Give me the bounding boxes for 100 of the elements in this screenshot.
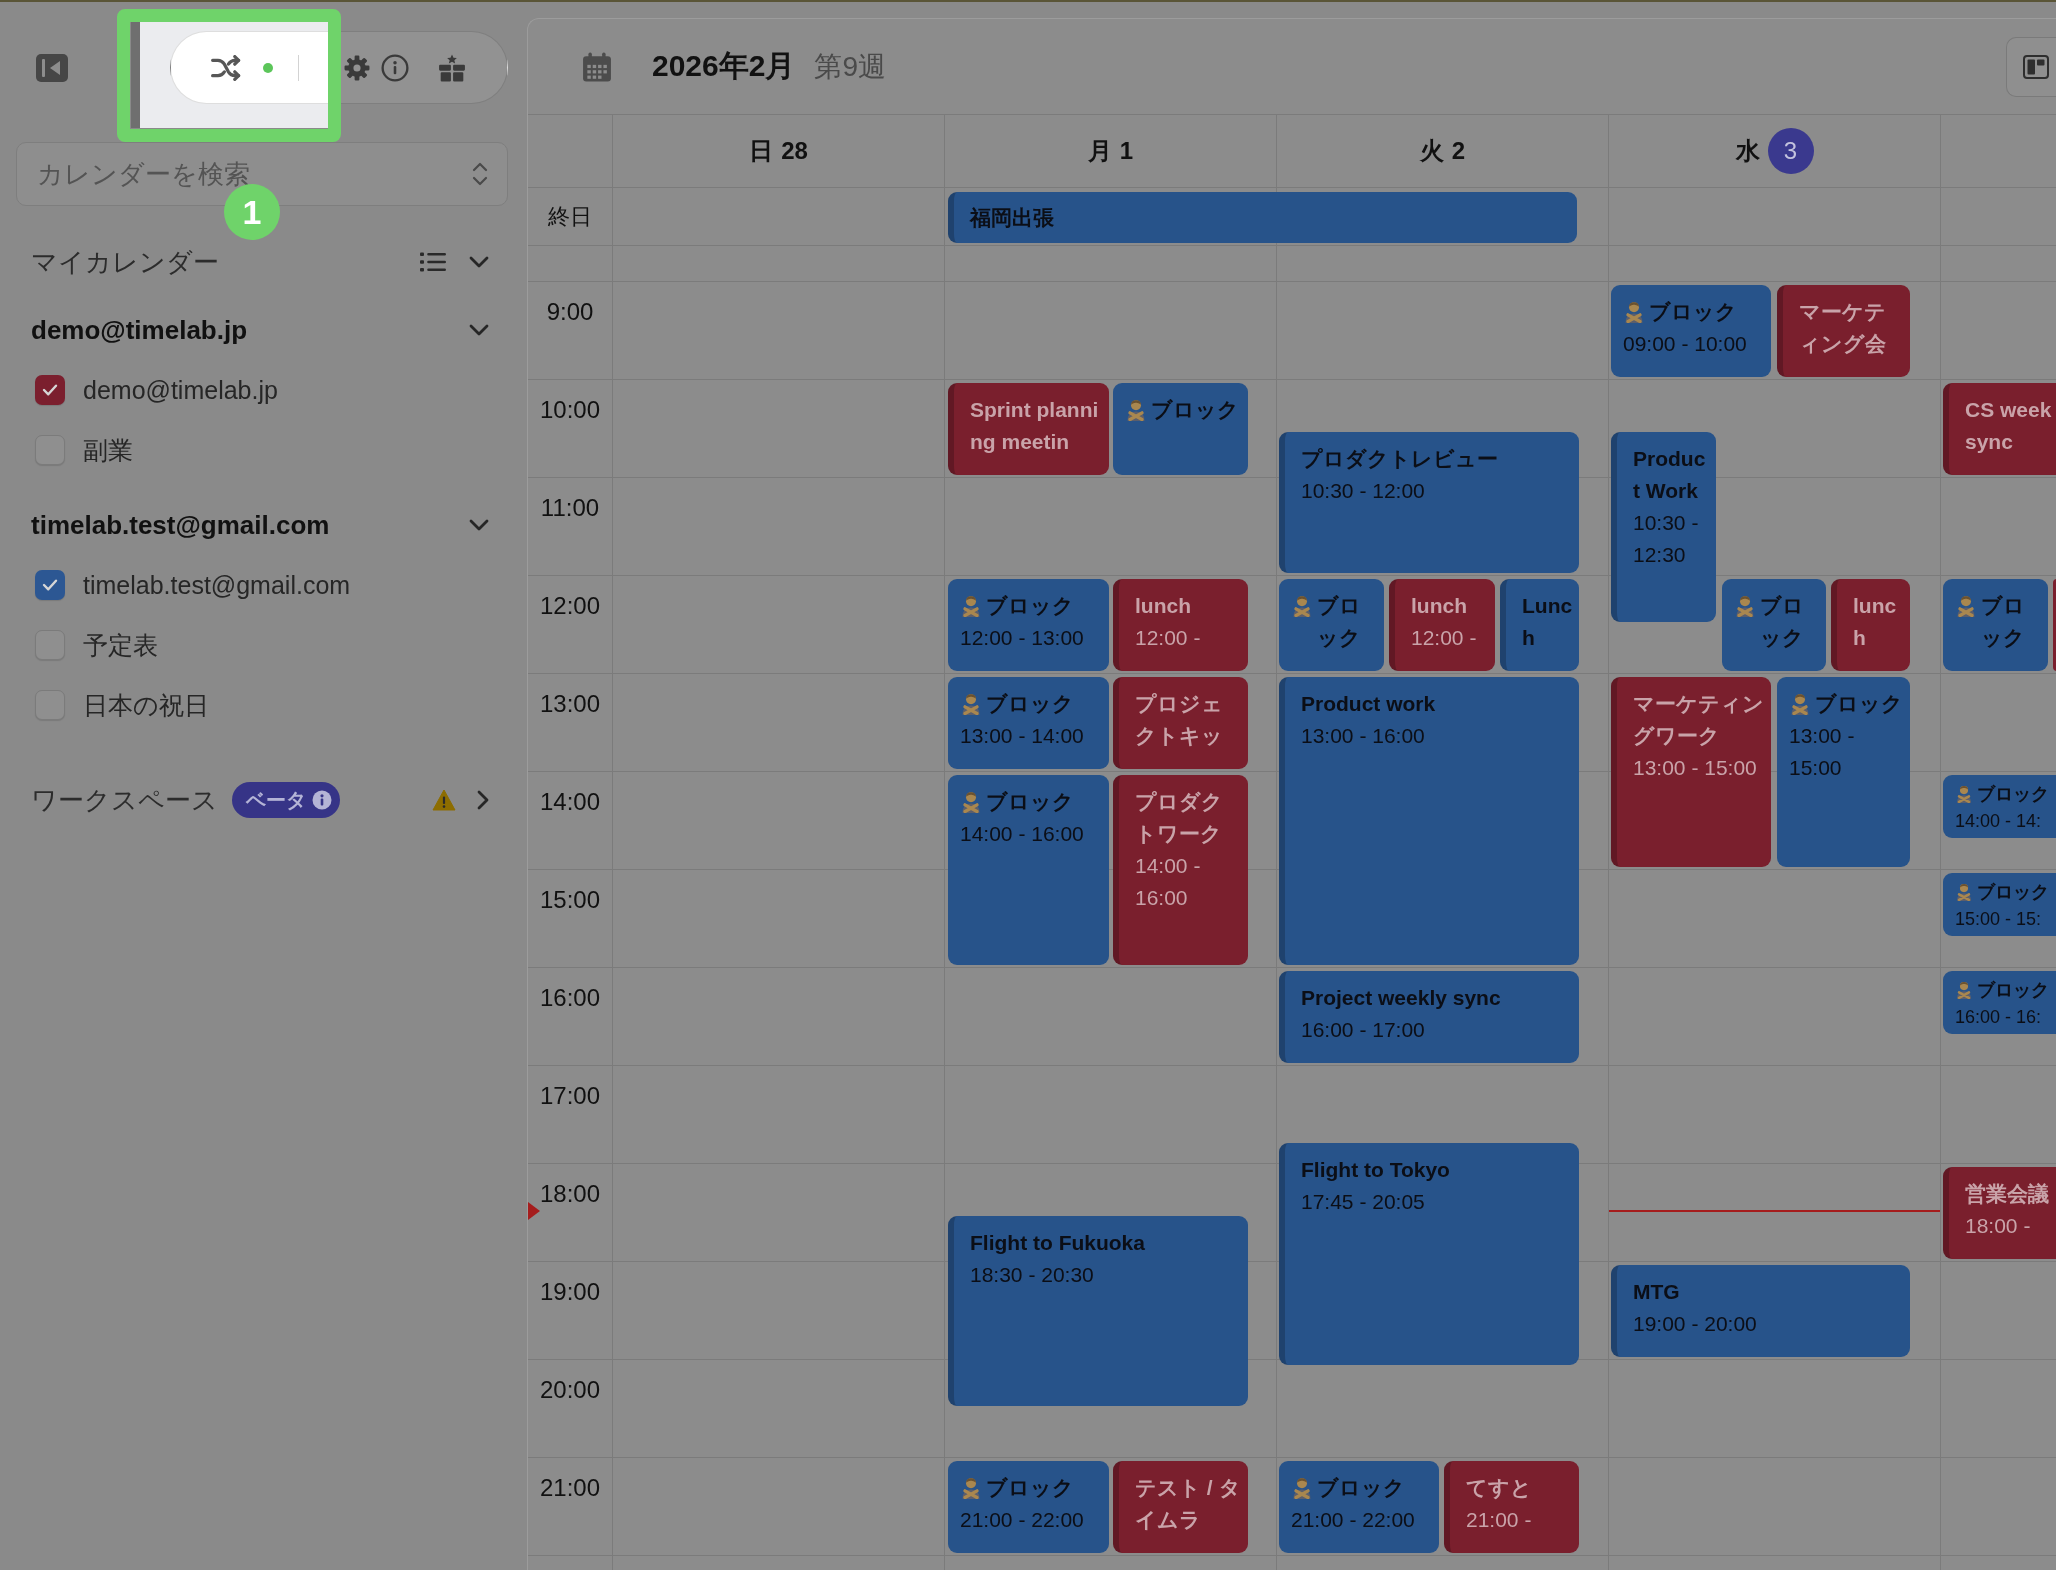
calendar-event[interactable]: ブロック: [1943, 579, 2048, 671]
event-title: ブロック: [986, 789, 1074, 815]
calendar-event[interactable]: Flight to Tokyo 17:45 - 20:05: [1279, 1142, 1579, 1366]
list-icon[interactable]: [420, 252, 446, 272]
calendar-name[interactable]: 副業: [83, 433, 133, 467]
event-title: ブロック: [1317, 593, 1362, 651]
calendar-event[interactable]: ブロック 16:00 - 16:: [1943, 971, 2056, 1034]
calendar-icon[interactable]: [582, 51, 612, 82]
calendar-event[interactable]: ブロック 12:00 - 13:00: [948, 579, 1109, 671]
calendar-event[interactable]: ブロック 21:00 - 22:00: [1279, 1461, 1439, 1553]
date-label: 1: [1119, 137, 1134, 165]
date-label: 2: [1451, 137, 1466, 165]
time-label: 20:00: [539, 1375, 601, 1405]
beta-label: ベータ: [246, 787, 306, 813]
event-title: Flight to Fukuoka: [970, 1230, 1145, 1256]
calendar-event[interactable]: ブロック 15:00 - 15:: [1943, 873, 2056, 936]
month-title: 2026年2月: [652, 48, 796, 84]
calendar-event[interactable]: ブロック: [1279, 579, 1384, 671]
settings-icon[interactable]: [344, 54, 370, 81]
calendar-name[interactable]: timelab.test@gmail.com: [83, 570, 351, 600]
event-title: ブロック: [1977, 783, 2049, 806]
checkbox[interactable]: [35, 375, 65, 405]
crossed-arms-icon: [1955, 883, 1973, 901]
event-title: ブロック: [1151, 397, 1239, 423]
calendar-event[interactable]: ブロック: [1722, 579, 1826, 671]
crossed-arms-icon: [960, 595, 982, 617]
calendar-event[interactable]: マーケティングワーク 13:00 - 15:00: [1611, 677, 1771, 867]
time-label: 16:00: [539, 983, 601, 1013]
weekday-label: 火: [1419, 136, 1444, 166]
calendar-event[interactable]: プロダクトレビュー 10:30 - 12:00: [1279, 432, 1579, 573]
calendar-event[interactable]: ブロック 14:00 - 16:00: [948, 775, 1109, 965]
event-time: 16:00 - 17:00: [1301, 1017, 1426, 1043]
calendar-event[interactable]: lunch: [1831, 579, 1910, 671]
event-title: ブロック: [986, 691, 1074, 717]
event-time: 19:00 - 20:00: [1633, 1311, 1758, 1337]
crossed-arms-icon: [1789, 693, 1811, 715]
calendar-event[interactable]: マーケティング会: [1777, 285, 1910, 377]
calendar-name[interactable]: demo@timelab.jp: [83, 375, 278, 405]
sidebar-toggle-icon[interactable]: [36, 53, 68, 82]
section-title: ワークスペース: [31, 783, 218, 817]
calendar-event[interactable]: Product Work 10:30 - 12:30: [1611, 432, 1716, 622]
gift-icon[interactable]: [438, 53, 466, 82]
event-time: 14:00 - 14:: [1955, 810, 2043, 833]
event-title: マーケティング会: [1799, 299, 1887, 357]
calendar-event[interactable]: プロダクトワーク 14:00 - 16:00: [1113, 775, 1248, 965]
calendar-event[interactable]: MTG 19:00 - 20:00: [1611, 1265, 1910, 1357]
chevron-right-icon[interactable]: [477, 790, 489, 810]
chevron-updown-icon[interactable]: [472, 161, 488, 187]
chevron-down-icon[interactable]: [469, 324, 489, 336]
event-title: Project weekly sync: [1301, 985, 1501, 1011]
event-title: Lunch: [1522, 593, 1574, 651]
calendar-event[interactable]: 営業会議 18:00 -: [1943, 1167, 2056, 1259]
calendar-event[interactable]: Flight to Fukuoka 18:30 - 20:30: [948, 1216, 1248, 1406]
calendar-event[interactable]: ブロック 13:00 - 14:00: [948, 677, 1109, 769]
time-label: 19:00: [539, 1277, 601, 1307]
event-time: 21:00 - 22:00: [960, 1507, 1085, 1533]
calendar-event[interactable]: Product work 13:00 - 16:00: [1279, 677, 1579, 965]
crossed-arms-icon: [960, 693, 982, 715]
calendar-event[interactable]: Project weekly sync 16:00 - 17:00: [1279, 971, 1579, 1063]
crossed-arms-icon: [960, 791, 982, 813]
warning-icon[interactable]: [432, 789, 456, 811]
event-title: ブロック: [1815, 691, 1903, 717]
event-time: 10:30 - 12:00: [1301, 478, 1426, 504]
info-icon: [312, 790, 332, 810]
calendar-event[interactable]: プロジェクトキッ: [1113, 677, 1248, 769]
calendar-event[interactable]: lunch 12:00 -: [1113, 579, 1248, 671]
layout-button[interactable]: [2006, 36, 2056, 97]
all-day-event[interactable]: 福岡出張: [948, 192, 1577, 243]
chevron-down-icon[interactable]: [469, 519, 489, 531]
calendar-event[interactable]: ブロック 09:00 - 10:00: [1611, 285, 1771, 377]
calendar-event[interactable]: CS week sync: [1943, 383, 2056, 475]
shuffle-icon[interactable]: [211, 54, 241, 81]
all-day-label: 終日: [548, 202, 592, 231]
calendar-event[interactable]: ブロック 21:00 - 22:00: [948, 1461, 1109, 1553]
event-title: プロジェクトキッ: [1135, 691, 1224, 749]
time-label: 18:00: [539, 1179, 601, 1209]
calendar-event[interactable]: Sprint planning meetin: [948, 383, 1109, 475]
calendar-event[interactable]: ブロック: [1113, 383, 1248, 475]
calendar-event[interactable]: ブロック 14:00 - 14:: [1943, 775, 2056, 838]
weekday-label: 水: [1735, 136, 1760, 166]
today-date: 3: [1767, 128, 1814, 174]
calendar-event[interactable]: lunch 12:00 -: [1389, 579, 1495, 671]
panel-layout-icon: [2023, 54, 2049, 79]
calendar-event[interactable]: てすと 21:00 -: [1444, 1461, 1579, 1553]
event-title: てすと: [1466, 1475, 1532, 1501]
event-title: lunch: [1411, 593, 1467, 619]
checkbox[interactable]: [35, 570, 65, 600]
time-label: 21:00: [539, 1473, 601, 1503]
calendar-event[interactable]: Lunch: [1500, 579, 1579, 671]
crossed-arms-icon: [1955, 595, 1977, 617]
calendar-name[interactable]: 日本の祝日: [83, 688, 209, 722]
time-label: 13:00: [539, 689, 601, 719]
calendar-event[interactable]: ブロック 13:00 - 15:00: [1777, 677, 1910, 867]
chevron-down-icon[interactable]: [469, 256, 489, 268]
info-icon[interactable]: [381, 53, 409, 82]
event-title: ブロック: [1977, 881, 2049, 904]
calendar-event[interactable]: テスト / タイムラ: [1113, 1461, 1248, 1553]
event-title: プロダクトワーク: [1135, 789, 1224, 847]
event-title: プロダクトレビュー: [1301, 446, 1498, 472]
calendar-name[interactable]: 予定表: [83, 628, 158, 662]
